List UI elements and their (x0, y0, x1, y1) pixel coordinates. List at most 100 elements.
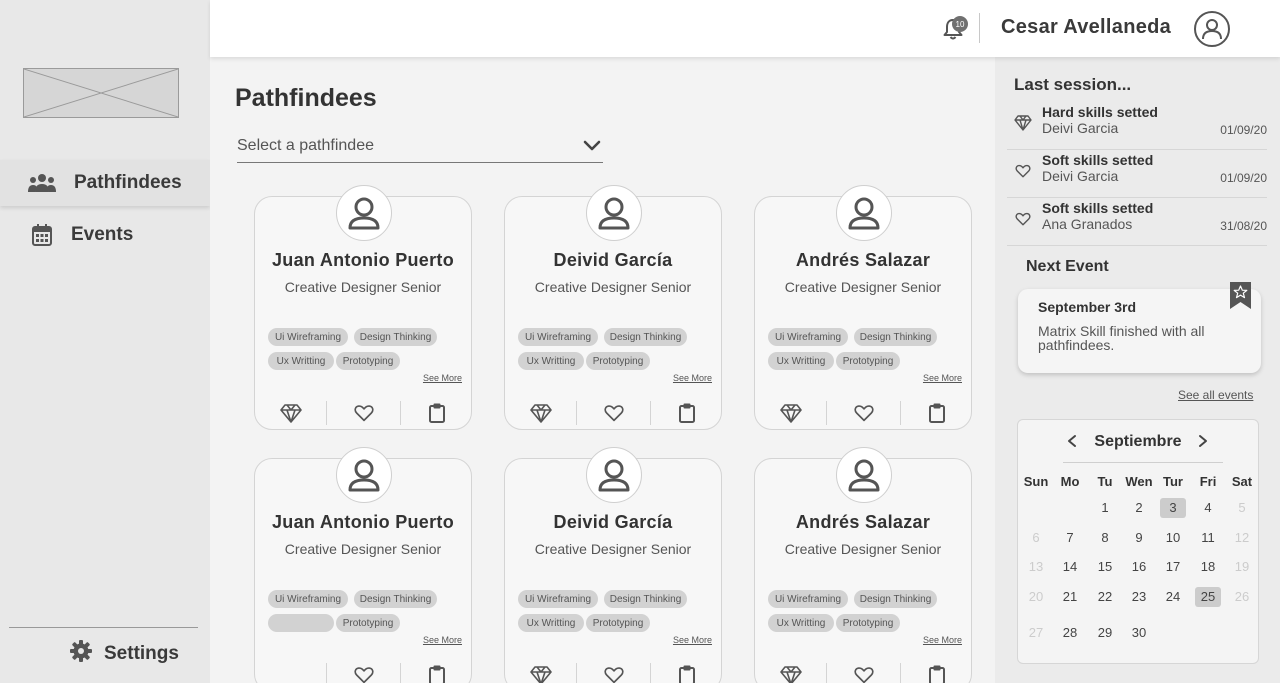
see-all-events-link[interactable]: See all events (1178, 388, 1253, 402)
calendar-day[interactable]: 5 (1229, 498, 1255, 518)
calendar-day[interactable]: 8 (1092, 528, 1118, 548)
see-more-link[interactable]: See More (923, 635, 962, 645)
calendar-day[interactable]: 21 (1057, 587, 1083, 607)
card-name: Andrés Salazar (795, 512, 931, 532)
calendar-day[interactable]: 7 (1057, 528, 1083, 548)
calendar-day[interactable]: 16 (1126, 557, 1152, 577)
calendar-day[interactable]: 12 (1229, 528, 1255, 548)
calendar-day[interactable]: 14 (1057, 557, 1083, 577)
calendar-day[interactable]: 9 (1126, 528, 1152, 548)
calendar: Septiembre Sun Mo Tu Wen Tur Fri Sat 1 2 3 4 5 6 7 8 9 1… (1017, 419, 1259, 664)
calendar-weekday: Sun (1023, 474, 1049, 489)
gear-icon (70, 640, 92, 667)
clipboard-icon[interactable] (675, 663, 699, 683)
see-more-link[interactable]: See More (423, 373, 462, 383)
calendar-day[interactable]: 27 (1023, 623, 1049, 643)
sidebar-item-label: Pathfindees (74, 172, 182, 193)
see-more-link[interactable]: See More (673, 635, 712, 645)
person-icon (336, 447, 392, 503)
calendar-day[interactable]: 20 (1023, 587, 1049, 607)
pathfindee-card[interactable]: Deivid García Creative Designer Senior U… (504, 447, 722, 683)
chevron-right-icon[interactable] (1197, 434, 1209, 453)
diamond-icon[interactable] (279, 401, 303, 425)
calendar-day[interactable]: 24 (1160, 587, 1186, 607)
action-divider (900, 663, 901, 683)
calendar-day[interactable]: 4 (1195, 498, 1221, 518)
session-date: 01/09/20 (1220, 171, 1267, 185)
diamond-icon[interactable] (779, 401, 803, 425)
sidebar-divider (9, 627, 198, 628)
heart-icon[interactable] (602, 401, 626, 425)
calendar-day[interactable]: 22 (1092, 587, 1118, 607)
card-role: Creative Designer Senior (284, 541, 442, 557)
event-date: September 3rd (1038, 299, 1137, 315)
pathfindee-card[interactable]: Deivid García Creative Designer Senior U… (504, 185, 722, 430)
session-title: Hard skills setted (1042, 104, 1158, 120)
calendar-day[interactable]: 11 (1195, 528, 1221, 548)
event-card[interactable]: September 3rd Matrix Skill finished with… (1018, 282, 1261, 373)
card-actions (505, 397, 721, 429)
calendar-day[interactable]: 10 (1160, 528, 1186, 548)
calendar-day[interactable]: 30 (1126, 623, 1152, 643)
clipboard-icon[interactable] (425, 401, 449, 425)
heart-icon[interactable] (852, 401, 876, 425)
pathfindee-card[interactable]: Juan Antonio Puerto Creative Designer Se… (254, 447, 472, 683)
session-item[interactable]: Soft skills setted Ana Granados 31/08/20 (1007, 200, 1267, 246)
skill-tag: Ui Wireframing (768, 328, 848, 346)
calendar-day[interactable]: 17 (1160, 557, 1186, 577)
user-avatar-icon[interactable] (1194, 11, 1230, 47)
see-more-link[interactable]: See More (423, 635, 462, 645)
session-name: Deivi Garcia (1042, 168, 1119, 184)
calendar-day[interactable]: 26 (1229, 587, 1255, 607)
skill-tag: Ui Wireframing (268, 328, 348, 346)
pathfindee-card[interactable]: Andrés Salazar Creative Designer Senior … (754, 185, 972, 430)
skill-tag: Design Thinking (354, 590, 437, 608)
pathfindee-card[interactable]: Juan Antonio Puerto Creative Designer Se… (254, 185, 472, 430)
skill-tag: Ux Writting (268, 352, 334, 370)
user-name[interactable]: Cesar Avellaneda (1001, 16, 1171, 39)
clipboard-icon[interactable] (425, 663, 449, 683)
calendar-day[interactable]: 28 (1057, 623, 1083, 643)
heart-icon (1014, 210, 1032, 228)
calendar-day[interactable]: 29 (1092, 623, 1118, 643)
clipboard-icon[interactable] (925, 663, 949, 683)
action-divider (576, 663, 577, 683)
calendar-day[interactable]: 2 (1126, 498, 1152, 518)
heart-icon (1014, 162, 1032, 180)
sidebar-item-pathfindees[interactable]: Pathfindees (0, 160, 210, 206)
sidebar-item-events[interactable]: Events (0, 212, 210, 258)
calendar-day[interactable]: 15 (1092, 557, 1118, 577)
heart-icon[interactable] (352, 663, 376, 683)
heart-icon[interactable] (852, 663, 876, 683)
heart-icon[interactable] (352, 401, 376, 425)
sidebar-item-settings[interactable]: Settings (70, 640, 179, 667)
diamond-icon[interactable] (529, 663, 553, 683)
pathfindee-select[interactable]: Select a pathfindee (237, 135, 603, 163)
calendar-day[interactable]: 19 (1229, 557, 1255, 577)
diamond-icon[interactable] (779, 663, 803, 683)
session-item[interactable]: Soft skills setted Deivi Garcia 01/09/20 (1007, 152, 1267, 198)
sidebar: Pathfindees Events Settings (0, 0, 210, 683)
clipboard-icon[interactable] (675, 401, 699, 425)
see-more-link[interactable]: See More (673, 373, 712, 383)
calendar-day[interactable]: 25 (1195, 587, 1221, 607)
diamond-icon[interactable] (529, 401, 553, 425)
heart-icon[interactable] (602, 663, 626, 683)
calendar-day[interactable]: 13 (1023, 557, 1049, 577)
pathfindee-card[interactable]: Andrés Salazar Creative Designer Senior … (754, 447, 972, 683)
calendar-day[interactable]: 3 (1160, 498, 1186, 518)
skill-tag (268, 614, 334, 632)
calendar-day[interactable]: 23 (1126, 587, 1152, 607)
calendar-day[interactable]: 6 (1023, 528, 1049, 548)
session-item[interactable]: Hard skills setted Deivi Garcia 01/09/20 (1007, 104, 1267, 150)
calendar-month: Septiembre (1094, 433, 1182, 450)
bookmark-star-icon[interactable] (1230, 282, 1251, 309)
calendar-day[interactable]: 1 (1092, 498, 1118, 518)
chevron-down-icon (583, 139, 601, 157)
see-more-link[interactable]: See More (923, 373, 962, 383)
skill-tag: Ux Writting (768, 352, 834, 370)
calendar-day[interactable]: 18 (1195, 557, 1221, 577)
clipboard-icon[interactable] (925, 401, 949, 425)
skill-tag: Prototyping (336, 352, 400, 370)
select-placeholder: Select a pathfindee (237, 137, 374, 154)
